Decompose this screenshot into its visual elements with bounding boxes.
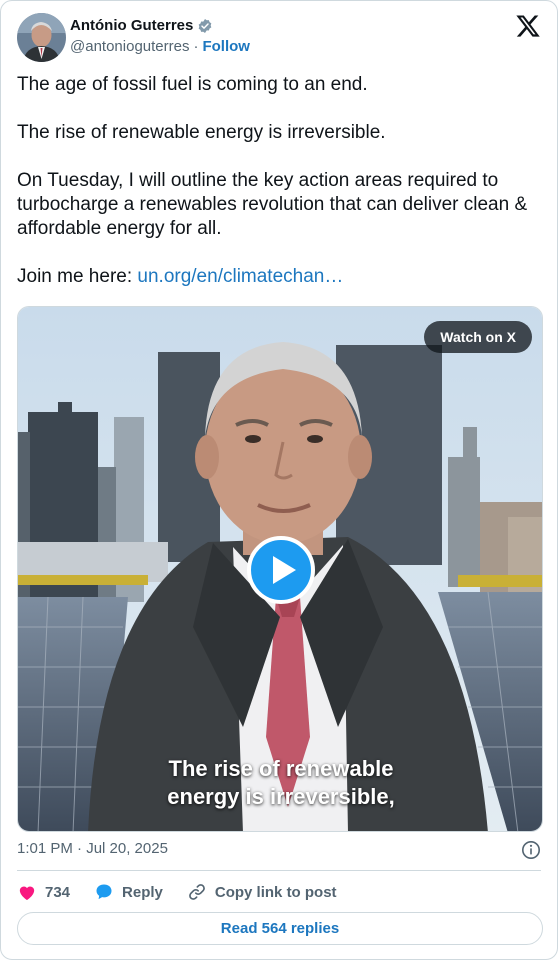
play-icon[interactable] (247, 536, 315, 604)
join-prefix: Join me here: (17, 266, 133, 287)
timestamp[interactable]: 1:01 PM · Jul 20, 2025 (17, 840, 168, 857)
tweet-line: The rise of renewable energy is irrevers… (17, 122, 386, 143)
like-button[interactable]: 734 (17, 882, 70, 902)
tweet-text: The age of fossil fuel is coming to an e… (17, 73, 541, 289)
watch-on-x-button[interactable]: Watch on X (424, 321, 532, 353)
reply-label: Reply (122, 883, 163, 901)
copy-link-label: Copy link to post (214, 883, 337, 901)
video-media[interactable]: Watch on X The rise of renewable energy … (17, 306, 543, 832)
author-name-row[interactable]: António Guterres (70, 17, 213, 34)
verified-badge-icon (197, 18, 213, 34)
info-icon[interactable] (521, 840, 541, 860)
link-icon (189, 884, 205, 900)
reply-button[interactable]: Reply (94, 882, 163, 902)
divider (17, 870, 541, 871)
read-replies-button[interactable]: Read 564 replies (17, 912, 543, 945)
reply-bubble-icon (96, 884, 112, 900)
heart-icon (19, 886, 35, 900)
caption-line: energy is irreversible, (167, 784, 395, 809)
author-name[interactable]: António Guterres (70, 17, 193, 34)
follow-button[interactable]: Follow (202, 38, 250, 55)
video-caption: The rise of renewable energy is irrevers… (18, 755, 542, 811)
author-handle[interactable]: @antonioguterres (70, 38, 189, 55)
caption-line: The rise of renewable (168, 756, 394, 781)
tweet-line-link: Join me here: un.org/en/climatechan… (17, 265, 541, 289)
separator: · (193, 38, 199, 55)
like-count: 734 (45, 883, 71, 901)
action-bar: 734 Reply Copy link to post (17, 881, 361, 903)
copy-link-button[interactable]: Copy link to post (187, 882, 337, 902)
tweet-link[interactable]: un.org/en/climatechan… (137, 266, 343, 287)
tweet-line: The age of fossil fuel is coming to an e… (17, 74, 368, 95)
tweet-line: On Tuesday, I will outline the key actio… (17, 170, 528, 239)
x-logo-icon[interactable] (515, 13, 541, 39)
tweet-card: António Guterres @antonioguterres · Foll… (0, 0, 558, 960)
handle-row: @antonioguterres · Follow (70, 38, 250, 55)
avatar[interactable] (17, 13, 66, 62)
